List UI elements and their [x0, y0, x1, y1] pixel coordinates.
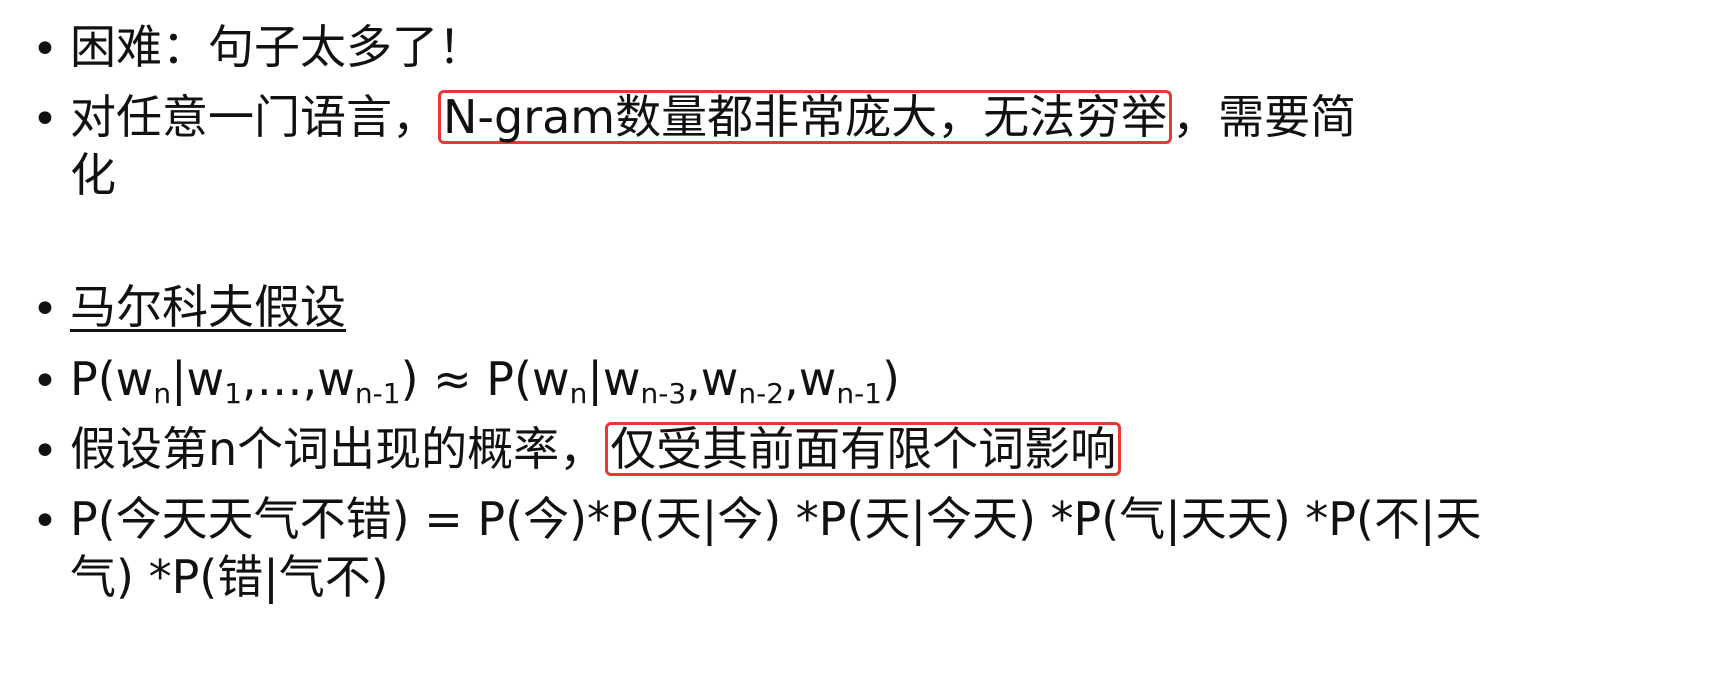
formula-subscript: n-1 [354, 377, 401, 410]
formula-part: P(w [70, 352, 154, 406]
formula-subscript: n [153, 377, 172, 410]
formula-subscript: 1 [224, 377, 243, 410]
bullet-3-markov-heading: 马尔科夫假设 [70, 280, 346, 334]
formula-part: ,w [784, 352, 837, 406]
bullet-6-line-2: 气) *P(错|气不) [70, 550, 389, 604]
bullet-6-line-1: P(今天天气不错) = P(今)*P(天|今) *P(天|今天) *P(气|天天… [70, 492, 1482, 546]
bullet-dot-1: • [32, 24, 58, 75]
bullet-2-continuation: 化 [70, 148, 116, 202]
formula-part: ,w [686, 352, 739, 406]
bullet-2-before: 对任意一门语言， [70, 90, 438, 144]
formula-part: ,…,w [242, 352, 355, 406]
formula-subscript: n-1 [836, 377, 882, 410]
formula-subscript: n-2 [738, 377, 785, 410]
bullet-1-text: 困难：句子太多了！ [70, 20, 484, 74]
bullet-2-after: ，需要简 [1172, 90, 1357, 144]
formula-subscript: n [569, 377, 588, 410]
formula-part: |w [587, 352, 641, 406]
bullet-dot-3: • [32, 284, 58, 335]
highlight-box-limited: 仅受其前面有限个词影响 [605, 422, 1122, 476]
bullet-dot-5: • [32, 426, 58, 477]
formula-subscript: n-3 [640, 377, 687, 410]
bullet-5-text: 假设第n个词出现的概率， 仅受其前面有限个词影响 [70, 420, 1122, 478]
bullet-4-formula: P(wn|w1,…,wn-1) ≈ P(wn|wn-3,wn-2,wn-1) [70, 350, 900, 423]
bullet-2-text: 对任意一门语言， N-gram数量都非常庞大，无法穷举 ，需要简 化 [70, 88, 1356, 204]
slide: • 困难：句子太多了！ • 对任意一门语言， N-gram数量都非常庞大，无法穷举… [0, 0, 1735, 688]
formula-part: ) [882, 352, 900, 406]
bullet-5-before: 假设第n个词出现的概率， [70, 422, 606, 476]
formula-part: ) ≈ P(w [400, 352, 570, 406]
bullet-dot-4: • [32, 356, 58, 407]
formula-part: |w [171, 352, 225, 406]
highlight-box-ngram: N-gram数量都非常庞大，无法穷举 [438, 90, 1173, 144]
bullet-6-text: P(今天天气不错) = P(今)*P(天|今) *P(天|今天) *P(气|天天… [70, 490, 1482, 606]
bullet-dot-2: • [32, 94, 58, 145]
bullet-dot-6: • [32, 496, 58, 547]
